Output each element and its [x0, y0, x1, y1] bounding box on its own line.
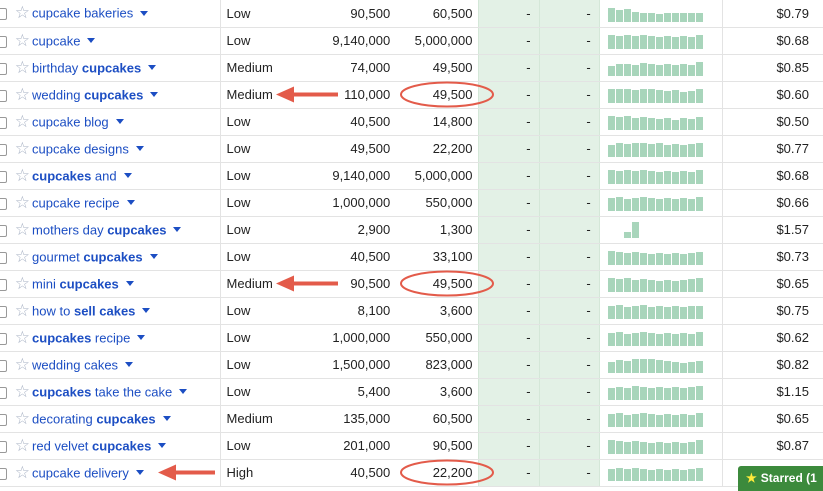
highlight-circle — [400, 81, 494, 108]
arrow-annotation — [276, 86, 338, 103]
arrow-annotation — [158, 464, 215, 481]
highlight-circle — [400, 270, 494, 297]
annotation-overlay — [158, 81, 494, 486]
starred-label: Starred (1 — [760, 471, 817, 485]
star-icon: ★ — [746, 471, 757, 485]
highlight-circle — [400, 459, 494, 486]
starred-tab[interactable]: ★ Starred (1 — [738, 466, 823, 491]
arrow-annotation — [276, 275, 338, 292]
